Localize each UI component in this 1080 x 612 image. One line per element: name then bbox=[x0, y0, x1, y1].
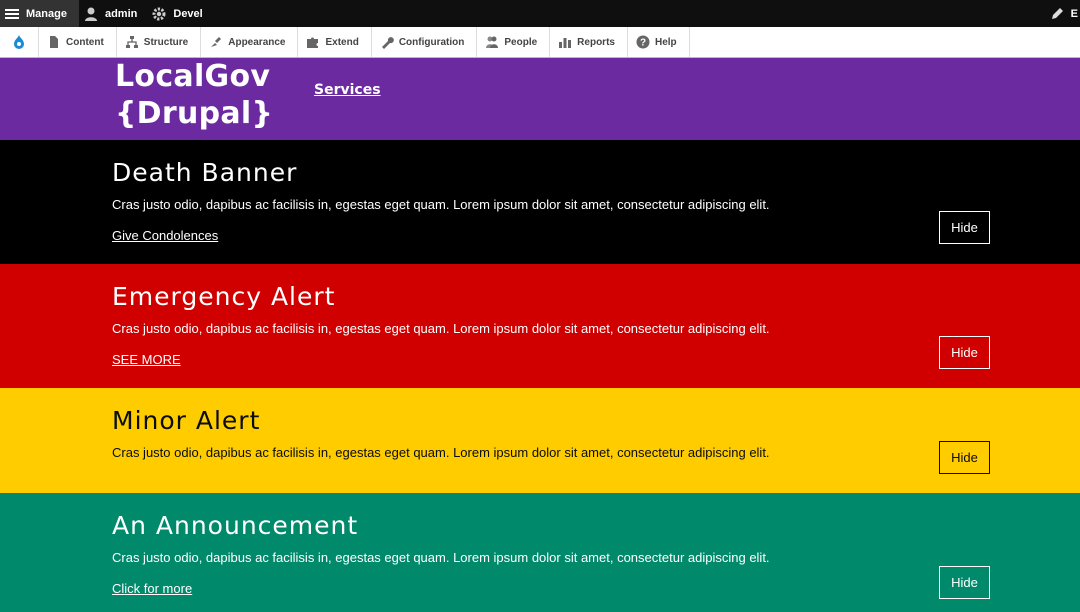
user-button[interactable]: admin bbox=[79, 0, 147, 27]
logo-line-2: {Drupal} bbox=[115, 96, 274, 131]
sitemap-icon bbox=[125, 36, 138, 48]
devel-button[interactable]: Devel bbox=[147, 0, 212, 27]
nav-services-link[interactable]: Services bbox=[314, 82, 381, 98]
banner-title: An Announcement bbox=[112, 511, 359, 540]
tray-label: Appearance bbox=[228, 36, 286, 48]
puzzle-icon bbox=[307, 37, 319, 48]
tray-item-extend[interactable]: Extend bbox=[298, 27, 372, 57]
user-icon bbox=[84, 7, 97, 21]
logo-line-1: LocalGov bbox=[115, 59, 271, 94]
brush-icon bbox=[211, 37, 222, 47]
banner-body: Cras justo odio, dapibus ac facilisis in… bbox=[112, 550, 770, 565]
emergency-alert-banner: Emergency Alert Cras justo odio, dapibus… bbox=[0, 264, 1080, 388]
tray-item-people[interactable]: People bbox=[477, 27, 551, 57]
hide-button[interactable]: Hide bbox=[939, 211, 990, 244]
hide-button[interactable]: Hide bbox=[939, 441, 990, 474]
gear-icon bbox=[152, 7, 166, 20]
see-more-link[interactable]: SEE MORE bbox=[112, 352, 181, 367]
edit-button[interactable]: E bbox=[1045, 0, 1080, 27]
tray-item-appearance[interactable]: Appearance bbox=[201, 27, 299, 57]
tray-label: Structure bbox=[143, 36, 189, 48]
admin-toolbar: Manage admin Devel E bbox=[0, 0, 1080, 27]
banner-title: Minor Alert bbox=[112, 406, 261, 435]
hamburger-icon bbox=[5, 8, 19, 19]
drupal-icon bbox=[14, 35, 24, 49]
file-icon bbox=[50, 36, 58, 48]
manage-button[interactable]: Manage bbox=[0, 0, 79, 27]
bar-chart-icon bbox=[559, 38, 572, 48]
banner-body: Cras justo odio, dapibus ac facilisis in… bbox=[112, 197, 770, 212]
wrench-icon bbox=[381, 37, 394, 49]
tray-item-content[interactable]: Content bbox=[39, 27, 117, 57]
tray-label: Help bbox=[654, 36, 677, 48]
pencil-icon bbox=[1051, 7, 1063, 19]
tray-label: Extend bbox=[325, 36, 359, 48]
click-for-more-link[interactable]: Click for more bbox=[112, 581, 192, 596]
help-icon: ? bbox=[636, 35, 650, 49]
people-icon bbox=[486, 36, 499, 48]
tray-label: Reports bbox=[577, 36, 615, 48]
tray-item-reports[interactable]: Reports bbox=[550, 27, 628, 57]
hide-button[interactable]: Hide bbox=[939, 566, 990, 599]
banner-title: Emergency Alert bbox=[112, 282, 336, 311]
site-logo[interactable]: LocalGov {Drupal} bbox=[115, 58, 285, 132]
banner-body: Cras justo odio, dapibus ac facilisis in… bbox=[112, 445, 770, 460]
tray-item-help[interactable]: ? Help bbox=[628, 27, 690, 57]
tray-item-configuration[interactable]: Configuration bbox=[372, 27, 478, 57]
banner-title: Death Banner bbox=[112, 158, 298, 187]
devel-label: Devel bbox=[173, 7, 203, 20]
drupal-home-link[interactable] bbox=[0, 27, 39, 57]
minor-alert-banner: Minor Alert Cras justo odio, dapibus ac … bbox=[0, 388, 1080, 493]
edit-label: E bbox=[1070, 7, 1078, 20]
announcement-banner: An Announcement Cras justo odio, dapibus… bbox=[0, 493, 1080, 612]
tray-item-structure[interactable]: Structure bbox=[117, 27, 202, 57]
hide-button[interactable]: Hide bbox=[939, 336, 990, 369]
tray-label: People bbox=[504, 36, 538, 48]
banner-body: Cras justo odio, dapibus ac facilisis in… bbox=[112, 321, 770, 336]
user-label: admin bbox=[104, 7, 138, 20]
svg-text:?: ? bbox=[640, 38, 646, 49]
manage-label: Manage bbox=[26, 7, 67, 20]
admin-tray: Content Structure Appearance Extend Conf… bbox=[0, 27, 1080, 58]
tray-label: Content bbox=[66, 36, 104, 48]
give-condolences-link[interactable]: Give Condolences bbox=[112, 228, 218, 243]
tray-label: Configuration bbox=[398, 36, 465, 48]
site-header: LocalGov {Drupal} Services bbox=[0, 58, 1080, 140]
death-banner: Death Banner Cras justo odio, dapibus ac… bbox=[0, 140, 1080, 264]
